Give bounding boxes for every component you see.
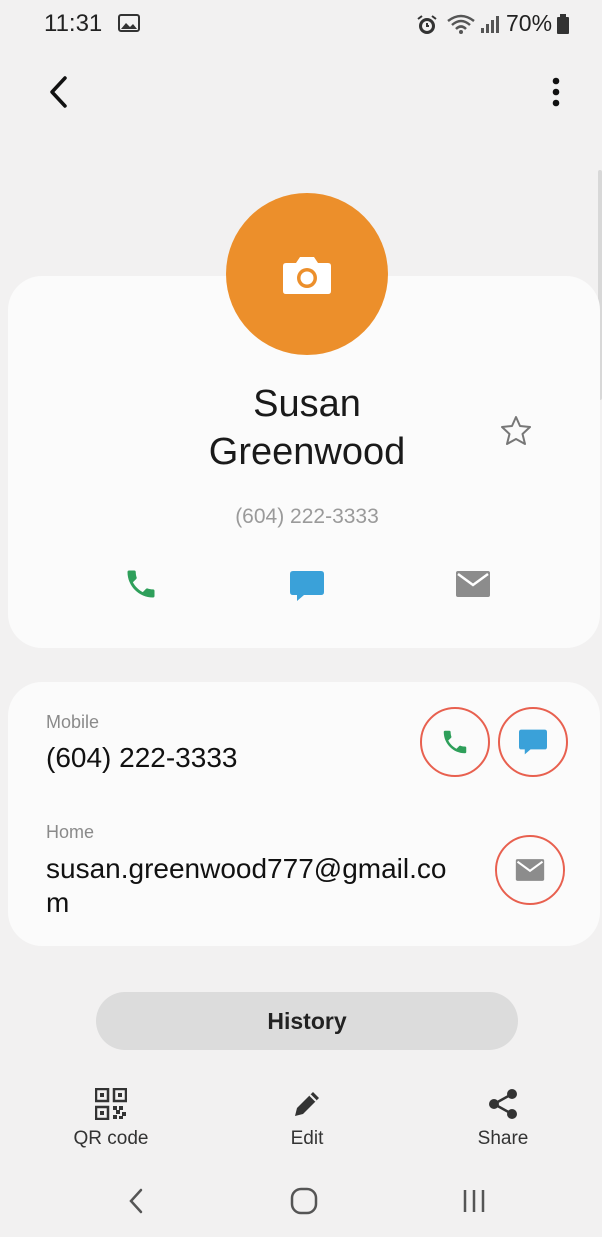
mobile-label: Mobile [46,712,100,732]
home-email-label: Home [46,822,95,842]
avatar-photo-button[interactable] [226,193,388,355]
signal-icon [480,14,502,39]
quick-message-button[interactable] [279,558,335,614]
email-icon [456,571,490,597]
history-button[interactable]: History [96,992,518,1050]
more-options-button[interactable] [534,70,578,114]
message-icon [290,571,324,601]
phone-icon [127,570,155,598]
qr-code-button[interactable]: QR code [41,1084,181,1150]
image-icon [118,14,140,37]
contact-name: Susan Greenwood [140,380,474,476]
primary-phone: (604) 222-3333 [235,505,379,528]
mobile-call-button[interactable] [420,707,490,777]
mobile-number[interactable]: (604) 222-3333 [46,741,237,775]
camera-icon [283,257,331,294]
recents-icon [463,1190,485,1212]
more-vertical-icon [552,77,560,107]
quick-call-button[interactable] [113,556,169,612]
home-email-button[interactable] [495,835,565,905]
home-email-address[interactable]: susan.greenwood777@gmail.com [46,852,466,920]
back-icon [129,1188,143,1214]
share-label: Share [477,1128,529,1149]
contact-first-name: Susan [253,383,361,425]
mobile-message-button[interactable] [498,707,568,777]
qr-code-label: QR code [73,1128,149,1149]
message-icon [519,729,547,755]
battery-percent: 70% [506,10,553,36]
nav-home-button[interactable] [274,1176,334,1226]
battery-icon [556,14,570,39]
pencil-icon [295,1092,319,1116]
star-outline-icon [501,416,531,445]
share-button[interactable]: Share [433,1084,573,1150]
email-icon [515,859,545,881]
edit-button[interactable]: Edit [237,1084,377,1150]
qr-code-icon [95,1088,127,1120]
favorite-button[interactable] [496,410,536,450]
home-icon [290,1187,318,1215]
wifi-icon [446,13,476,40]
contact-last-name: Greenwood [208,431,406,473]
nav-back-button[interactable] [106,1176,166,1226]
back-button[interactable] [36,70,80,114]
quick-email-button[interactable] [445,556,501,612]
nav-recents-button[interactable] [444,1176,504,1226]
back-arrow-icon [50,76,67,108]
phone-icon [443,730,467,754]
edit-label: Edit [290,1128,324,1149]
alarm-icon [416,14,438,41]
status-time: 11:31 [44,10,103,37]
share-icon [489,1089,517,1119]
